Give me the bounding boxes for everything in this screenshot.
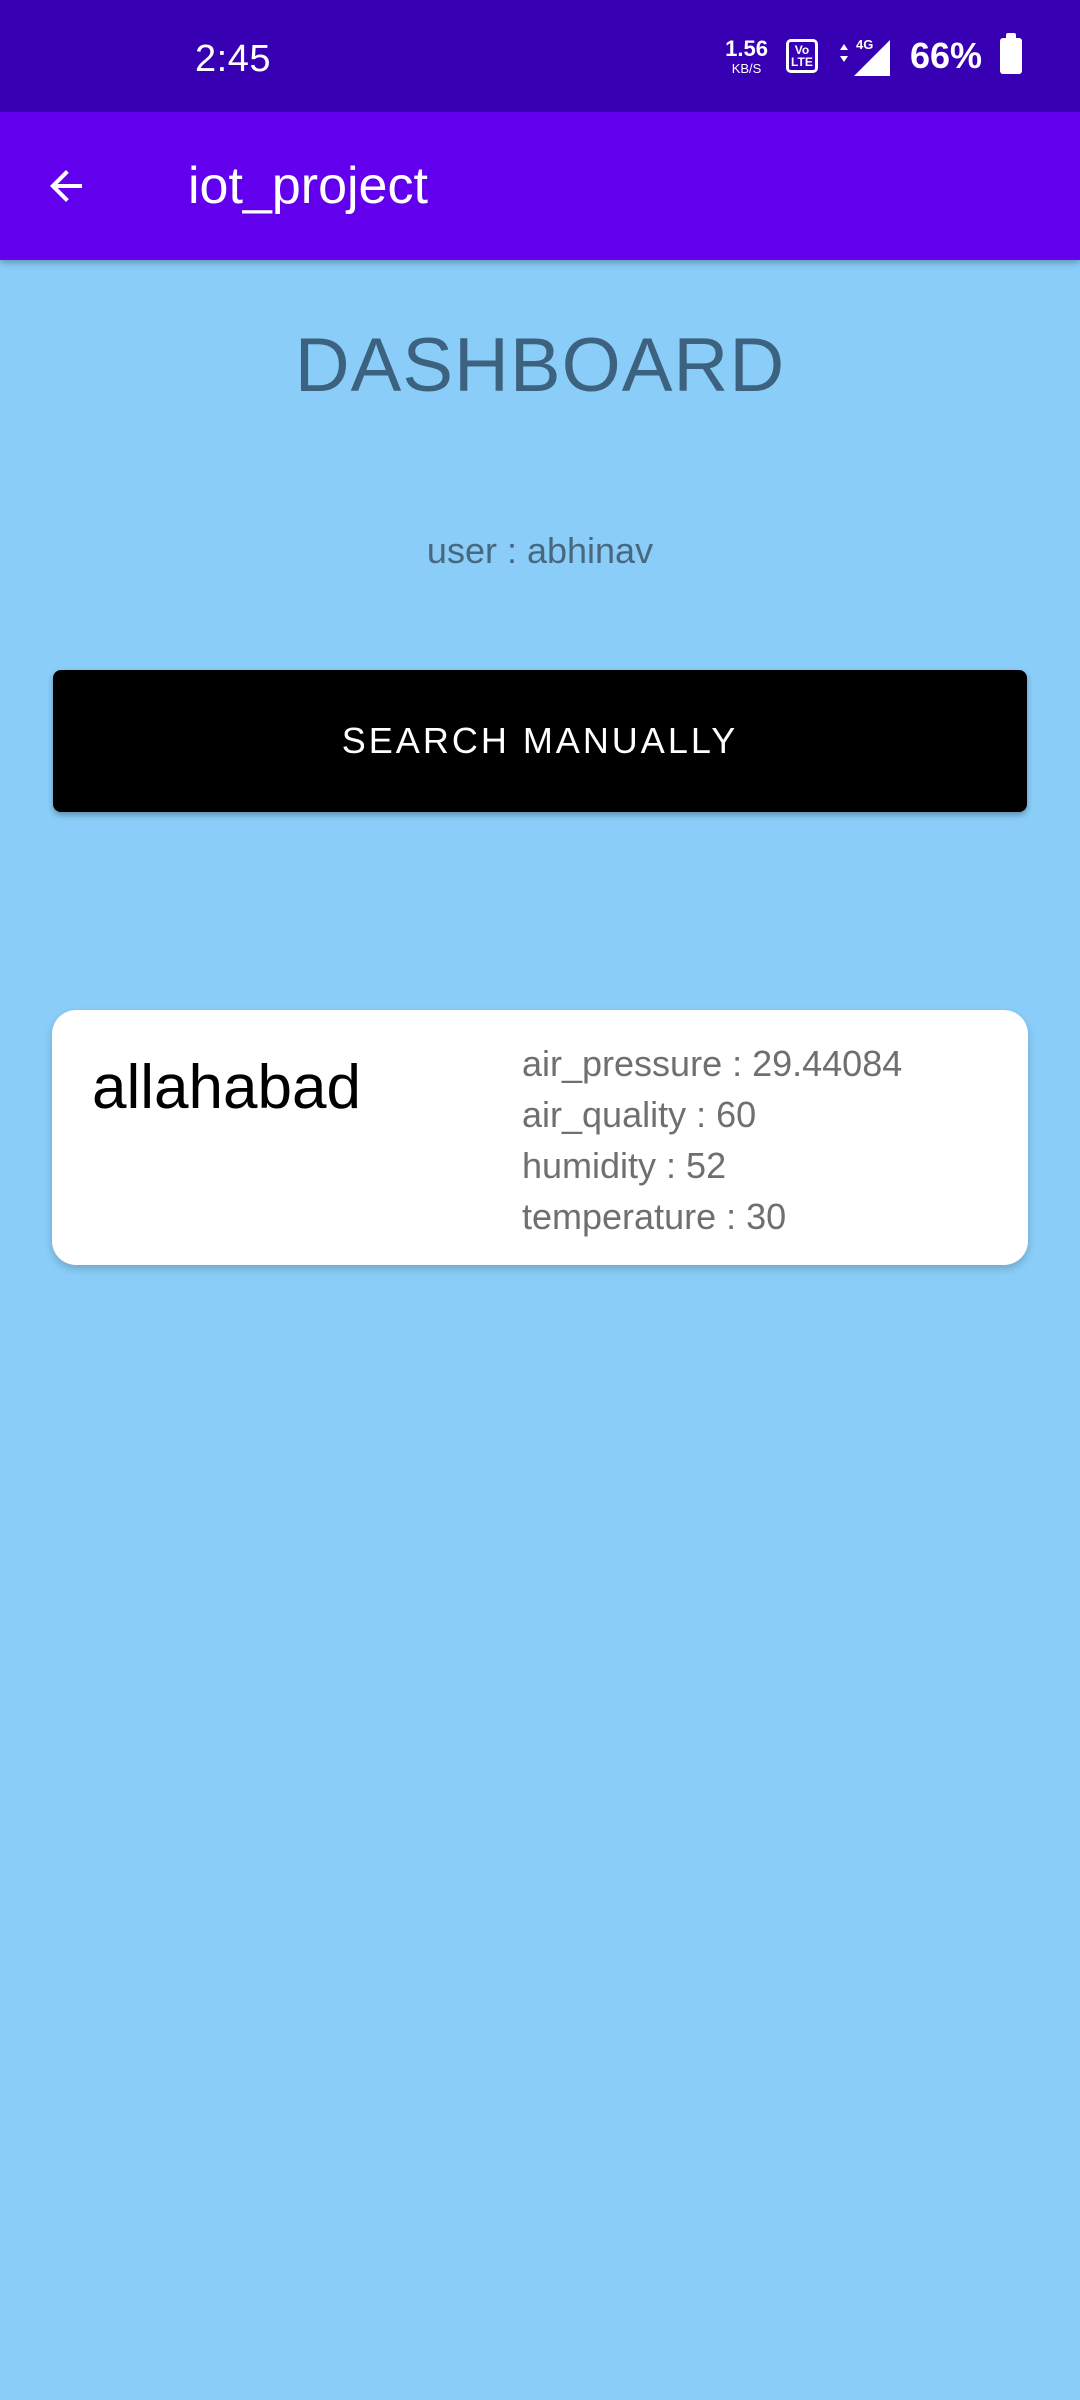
city-name: allahabad	[92, 1053, 361, 1122]
temperature-reading: temperature : 30	[522, 1196, 787, 1237]
arrow-back-icon	[50, 170, 82, 202]
network-speed: 1.56 KB/S	[725, 35, 768, 76]
humidity-reading: humidity : 52	[522, 1145, 727, 1186]
back-button[interactable]	[30, 150, 102, 222]
status-time: 2:45	[195, 38, 271, 80]
status-icons: 1.56 KB/S Vo LTE 4G 66%	[725, 33, 1022, 78]
battery-icon	[1000, 33, 1022, 74]
app-title: iot_project	[188, 157, 428, 215]
status-bar: 2:45 1.56 KB/S Vo LTE 4G 66%	[0, 0, 1080, 112]
search-manually-button[interactable]: SEARCH MANUALLY	[53, 670, 1027, 812]
user-name: abhinav	[526, 530, 654, 571]
sensor-readings: air_pressure : 29.44084 air_quality : 60…	[522, 1038, 902, 1242]
network-speed-unit: KB/S	[731, 60, 762, 76]
air-quality-reading: air_quality : 60	[522, 1094, 757, 1135]
user-info: user : abhinav	[0, 530, 1080, 572]
air-pressure-reading: air_pressure : 29.44084	[522, 1043, 903, 1084]
volte-bottom-text: LTE	[791, 55, 813, 69]
signal-4g-icon: 4G	[839, 37, 890, 76]
network-speed-value: 1.56	[725, 35, 768, 61]
battery-percent: 66%	[909, 35, 982, 76]
network-type-label: 4G	[856, 37, 873, 52]
volte-icon: Vo LTE	[785, 39, 818, 73]
city-card[interactable]: allahabad air_pressure : 29.44084 air_qu…	[52, 1010, 1028, 1265]
dashboard-title: DASHBOARD	[294, 323, 786, 408]
user-label: user :	[426, 530, 527, 571]
app-bar: iot_project	[0, 112, 1080, 260]
